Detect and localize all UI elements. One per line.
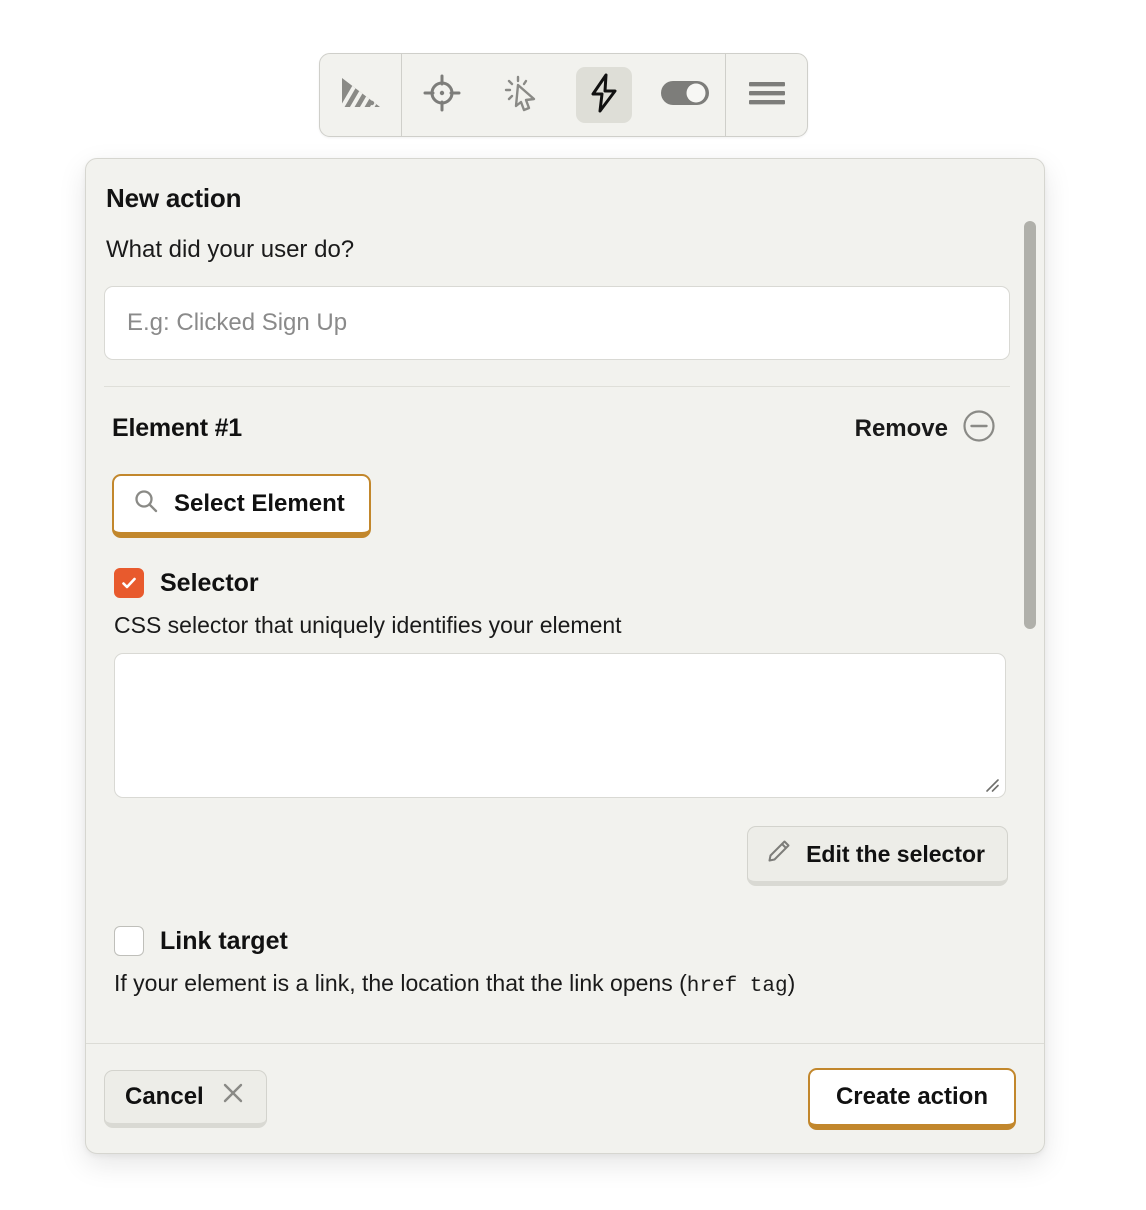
hamburger-menu-icon — [747, 79, 787, 112]
toolbar-logo-button[interactable] — [320, 54, 401, 136]
page-title: New action — [106, 183, 1018, 214]
toolbar-menu-button[interactable] — [725, 54, 807, 136]
check-icon — [120, 574, 138, 592]
select-element-label: Select Element — [174, 490, 345, 518]
click-cursor-icon — [503, 73, 543, 118]
section-divider — [104, 386, 1010, 387]
action-name-input[interactable] — [104, 286, 1010, 360]
create-action-label: Create action — [836, 1083, 988, 1111]
screen: New action What did your user do? Elemen… — [0, 0, 1146, 1210]
edit-selector-label: Edit the selector — [806, 841, 985, 868]
new-action-panel: New action What did your user do? Elemen… — [85, 158, 1045, 1154]
element-title: Element #1 — [112, 414, 242, 443]
cancel-label: Cancel — [125, 1083, 204, 1111]
link-target-helper-mono: href tag — [687, 975, 788, 998]
edit-selector-button[interactable]: Edit the selector — [747, 826, 1008, 886]
link-target-checkbox[interactable] — [114, 926, 144, 956]
toolbar-actions-button[interactable] — [563, 54, 644, 136]
selector-checkbox-label: Selector — [160, 569, 259, 598]
remove-element-button[interactable]: Remove — [855, 409, 996, 448]
link-target-checkbox-label: Link target — [160, 927, 288, 956]
pencil-icon — [766, 838, 792, 870]
create-action-button[interactable]: Create action — [808, 1068, 1016, 1130]
action-question-label: What did your user do? — [106, 236, 1018, 264]
element-header-row: Element #1 Remove — [104, 409, 1010, 448]
panel-scrollbar-thumb[interactable] — [1024, 221, 1036, 629]
selector-helper-text: CSS selector that uniquely identifies yo… — [114, 612, 1018, 639]
select-element-button[interactable]: Select Element — [112, 474, 371, 538]
close-icon — [220, 1080, 246, 1113]
selector-textarea[interactable] — [114, 653, 1006, 798]
panel-footer: Cancel Create action — [86, 1043, 1044, 1153]
link-target-helper-prefix: If your element is a link, the location … — [114, 970, 687, 996]
selector-checkbox[interactable] — [114, 568, 144, 598]
toolbar-target-button[interactable] — [401, 54, 482, 136]
target-icon — [423, 74, 461, 117]
minus-circle-icon — [962, 409, 996, 448]
resize-handle-icon[interactable] — [984, 777, 1000, 793]
toggle-switch-icon — [660, 78, 710, 113]
link-target-checkbox-row[interactable]: Link target — [114, 926, 1018, 956]
logo-icon — [339, 76, 383, 115]
floating-toolbar — [319, 53, 808, 137]
toolbar-click-button[interactable] — [482, 54, 563, 136]
link-target-helper-text: If your element is a link, the location … — [114, 970, 1018, 998]
edit-selector-row: Edit the selector — [104, 826, 1010, 886]
cancel-button[interactable]: Cancel — [104, 1070, 267, 1128]
search-icon — [132, 487, 160, 522]
link-target-helper-suffix: ) — [788, 970, 796, 996]
remove-label: Remove — [855, 415, 948, 443]
toolbar-actions-active-bg — [576, 67, 632, 123]
panel-content: New action What did your user do? Elemen… — [86, 183, 1044, 998]
panel-scrollbar[interactable] — [1024, 159, 1036, 1043]
panel-scroll-area[interactable]: New action What did your user do? Elemen… — [86, 159, 1044, 1043]
lightning-bolt-icon — [587, 72, 621, 119]
selector-checkbox-row[interactable]: Selector — [114, 568, 1018, 598]
toolbar-toggle-switch[interactable] — [644, 54, 725, 136]
